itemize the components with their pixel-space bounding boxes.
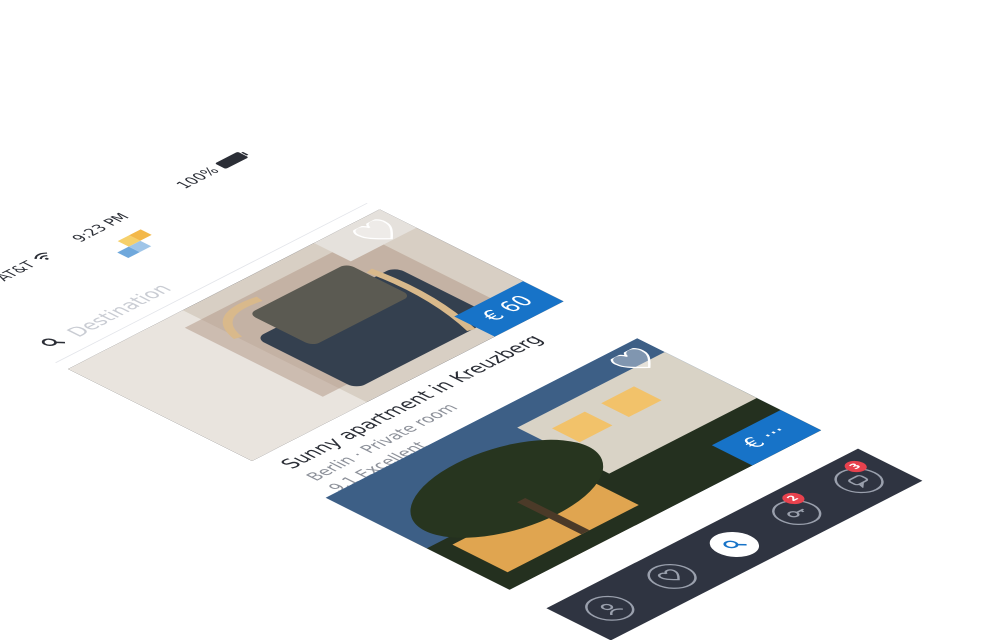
battery-icon bbox=[214, 151, 249, 169]
messages-badge: 3 bbox=[840, 458, 872, 475]
tab-favorites[interactable] bbox=[637, 558, 707, 595]
tab-search[interactable] bbox=[699, 526, 770, 563]
key-icon bbox=[787, 508, 805, 518]
keys-badge: 2 bbox=[777, 490, 810, 507]
tab-messages[interactable]: 3 bbox=[824, 458, 894, 499]
battery-label: 100% bbox=[171, 164, 224, 191]
chat-icon bbox=[848, 475, 869, 489]
tab-keys[interactable]: 2 bbox=[761, 490, 832, 531]
search-icon bbox=[723, 540, 747, 549]
app-stage: AT&T 9:23 PM 100% Destination € 60 Sunny… bbox=[0, 0, 1000, 640]
phone-screen: AT&T 9:23 PM 100% Destination € 60 Sunny… bbox=[0, 140, 923, 640]
profile-icon bbox=[600, 603, 623, 615]
status-right: 100% bbox=[172, 150, 252, 191]
tab-profile[interactable] bbox=[574, 590, 645, 626]
heart-icon bbox=[657, 569, 680, 581]
search-icon bbox=[37, 334, 73, 352]
